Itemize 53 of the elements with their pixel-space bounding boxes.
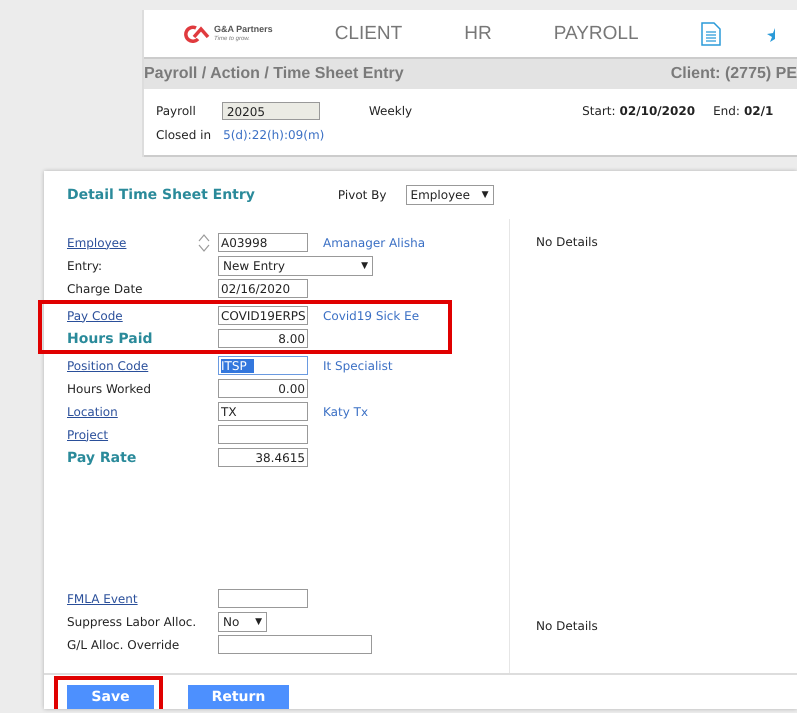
client-label: Client: (2775) PE <box>670 65 797 83</box>
nav-link[interactable]: HR <box>464 22 492 44</box>
logo-name: G&A Partners <box>214 25 273 34</box>
start-date: 02/10/2020 <box>620 104 696 118</box>
field-description: Covid19 Sick Ee <box>323 308 420 322</box>
field-label: Entry: <box>67 258 102 272</box>
up-down-arrows-icon[interactable] <box>198 234 210 252</box>
end-date: 02/1 <box>744 104 774 118</box>
text-input[interactable]: COVID19ERPS <box>218 306 308 325</box>
field-link[interactable]: Position Code <box>67 358 148 372</box>
field-link[interactable]: FMLA Event <box>67 592 138 606</box>
field-link[interactable]: Employee <box>67 236 126 250</box>
payroll-label: Payroll <box>156 104 196 118</box>
text-input[interactable]: 02/16/2020 <box>218 279 308 298</box>
field-label: Charge Date <box>67 282 143 296</box>
field-description: It Specialist <box>323 358 393 372</box>
nav-link[interactable]: CLIENT <box>334 22 402 44</box>
yes-no-dropdown[interactable]: No ▼ <box>218 612 267 632</box>
field-label: Hours Worked <box>67 382 151 396</box>
text-input[interactable]: TX <box>218 402 308 421</box>
text-input[interactable] <box>218 635 372 654</box>
text-input[interactable]: A03998 <box>218 233 308 252</box>
pivot-label: Pivot By <box>338 188 387 202</box>
logo-icon <box>184 24 210 42</box>
frequency-text: Weekly <box>368 104 412 118</box>
payroll-field[interactable]: 20205 <box>222 102 320 120</box>
closed-label: Closed in <box>156 128 212 142</box>
no-details-text: No Details <box>536 235 599 249</box>
text-input[interactable] <box>218 425 308 444</box>
closed-countdown: 5(d):22(h):09(m) <box>223 128 324 142</box>
breadcrumb: Payroll / Action / Time Sheet Entry <box>144 65 404 83</box>
field-link[interactable]: Project <box>67 428 108 442</box>
pivot-dropdown[interactable]: Employee ▼ <box>406 185 494 205</box>
field-label: Pay Rate <box>67 450 136 466</box>
number-input[interactable]: 0.00 <box>218 379 308 398</box>
nav-link[interactable]: PAYROLL <box>554 22 639 44</box>
text-input[interactable]: ITSP <box>218 356 308 375</box>
text-input[interactable] <box>218 589 308 608</box>
entry-dropdown[interactable]: New Entry ▼ <box>218 256 373 276</box>
detail-title: Detail Time Sheet Entry <box>67 187 255 203</box>
number-input[interactable]: 38.4615 <box>218 448 308 467</box>
field-label: G/L Alloc. Override <box>67 638 180 652</box>
end-label: End: <box>713 104 740 118</box>
document-icon[interactable] <box>700 22 721 46</box>
field-link[interactable]: Location <box>67 404 118 418</box>
field-label: Suppress Labor Alloc. <box>67 614 196 628</box>
field-description: Katy Tx <box>323 404 368 418</box>
number-input[interactable]: 8.00 <box>218 329 308 348</box>
field-description: Amanager Alisha <box>323 236 426 250</box>
no-details-text: No Details <box>536 619 599 633</box>
start-label: Start: <box>582 104 616 118</box>
field-link[interactable]: Pay Code <box>67 308 123 322</box>
field-label: Hours Paid <box>67 330 153 346</box>
